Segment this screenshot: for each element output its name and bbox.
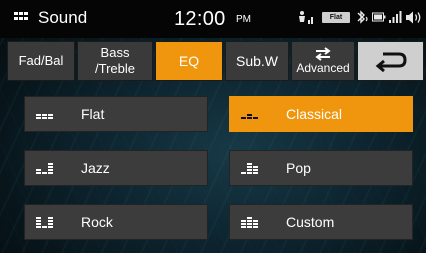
preset-label: Custom xyxy=(286,214,335,230)
eq-pop-icon xyxy=(241,163,259,175)
tab-fad-bal[interactable]: Fad/Bal xyxy=(7,41,75,81)
preset-pop-button[interactable]: Pop xyxy=(229,150,413,186)
volume-icon xyxy=(406,11,421,24)
sound-tab-bar: Fad/Bal Bass /Treble EQ Sub.W Advanced xyxy=(7,41,424,81)
preset-label: Classical xyxy=(286,106,343,122)
tab-label-line1: Bass xyxy=(100,45,130,60)
menu-grid-icon[interactable] xyxy=(14,12,28,24)
tab-advanced[interactable]: Advanced xyxy=(291,41,355,81)
back-arrow-icon xyxy=(375,52,407,72)
eq-flat-icon xyxy=(36,109,54,121)
preset-label: Flat xyxy=(81,106,105,122)
eq-rock-icon xyxy=(36,217,54,229)
signal-strength-icon xyxy=(389,11,402,23)
eq-status-badge: Flat xyxy=(322,12,350,23)
status-bar: Sound 12:00 PM Flat xyxy=(0,0,426,38)
tab-label: Advanced xyxy=(296,61,350,75)
tab-label-line2: /Treble xyxy=(95,61,135,76)
back-button[interactable] xyxy=(357,41,424,81)
sound-screen: Sound 12:00 PM Flat Fad/Bal Bass /Treble… xyxy=(0,0,426,253)
handsfree-signal-icon xyxy=(299,11,313,24)
tab-sub-w[interactable]: Sub.W xyxy=(225,41,289,81)
bluetooth-audio-icon xyxy=(357,10,368,24)
preset-jazz-button[interactable]: Jazz xyxy=(24,150,208,186)
preset-flat-button[interactable]: Flat xyxy=(24,96,208,132)
preset-label: Rock xyxy=(81,214,113,230)
tab-label: EQ xyxy=(178,53,200,69)
eq-classical-icon xyxy=(241,109,259,121)
preset-classical-button[interactable]: Classical xyxy=(229,96,413,132)
tab-label: Fad/Bal xyxy=(18,53,64,68)
eq-custom-icon xyxy=(241,217,259,229)
preset-label: Jazz xyxy=(81,160,110,176)
app-title: Sound xyxy=(38,8,88,27)
preset-label: Pop xyxy=(286,160,311,176)
clock-time: 12:00 xyxy=(174,8,226,30)
preset-rock-button[interactable]: Rock xyxy=(24,204,208,240)
clock-ampm: PM xyxy=(236,14,251,25)
preset-custom-button[interactable]: Custom xyxy=(229,204,413,240)
tab-eq[interactable]: EQ xyxy=(155,41,223,81)
tab-bass-treble[interactable]: Bass /Treble xyxy=(77,41,153,81)
eq-jazz-icon xyxy=(36,163,54,175)
swap-arrows-icon xyxy=(315,47,331,61)
tab-label: Sub.W xyxy=(235,53,278,69)
battery-icon xyxy=(372,12,386,22)
